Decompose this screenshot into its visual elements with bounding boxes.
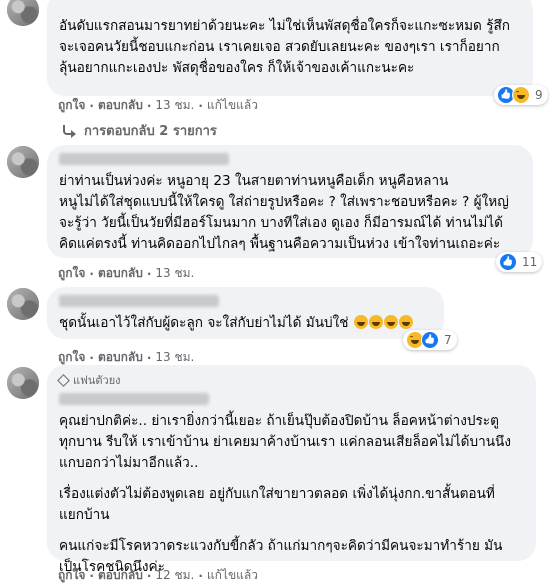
separator: · bbox=[89, 98, 94, 113]
laughing-emoji bbox=[368, 315, 383, 329]
diamond-icon bbox=[57, 373, 70, 387]
like-button[interactable]: ถูกใจ bbox=[58, 96, 85, 115]
commenter-name[interactable] bbox=[59, 295, 219, 307]
reaction-count: 7 bbox=[444, 333, 452, 347]
like-reaction-icon bbox=[499, 253, 517, 271]
timestamp[interactable]: 13 ชม. bbox=[155, 264, 194, 283]
avatar[interactable] bbox=[7, 367, 39, 399]
reaction-summary[interactable]: 7 bbox=[403, 330, 457, 350]
comment-bubble: อันดับแรกสอนมารยาทย่าด้วยนะคะ ไม่ใช่เห็น… bbox=[47, 0, 533, 96]
reply-button[interactable]: ตอบกลับ bbox=[98, 566, 143, 585]
comment-text: อันดับแรกสอนมารยาทย่าด้วยนะคะ ไม่ใช่เห็น… bbox=[59, 18, 511, 76]
reaction-count: 11 bbox=[522, 255, 538, 269]
comment-bubble: ชุดนั้นเอาไว้ใส่กับผู้ดะลูก จะใส่กับย่าไ… bbox=[47, 287, 444, 339]
view-replies-link[interactable]: การตอบกลับ 2 รายการ bbox=[62, 120, 217, 141]
avatar[interactable] bbox=[7, 288, 39, 320]
reply-button[interactable]: ตอบกลับ bbox=[98, 96, 143, 115]
separator: · bbox=[198, 568, 203, 583]
comment-text: ชุดนั้นเอาไว้ใส่กับผู้ดะลูก จะใส่กับย่าไ… bbox=[59, 313, 432, 334]
comment-text: ย่าท่านเป็นห่วงค่ะ หนูอายุ 23 ในสายตาท่า… bbox=[59, 173, 509, 252]
separator: · bbox=[146, 350, 152, 365]
reply-arrow-icon bbox=[62, 124, 76, 138]
reaction-summary[interactable]: 11 bbox=[496, 252, 543, 272]
separator: · bbox=[89, 350, 94, 365]
avatar[interactable] bbox=[7, 146, 39, 178]
comment-bubble: ย่าท่านเป็นห่วงค่ะ หนูอายุ 23 ในสายตาท่า… bbox=[47, 145, 533, 258]
separator: · bbox=[146, 98, 152, 113]
commenter-name[interactable] bbox=[59, 393, 209, 405]
comment-paragraph: เรื่องแต่งตัวไม่ต้องพูดเลย อยู่กับแกใส่ข… bbox=[59, 486, 495, 523]
like-reaction-icon bbox=[421, 331, 439, 349]
haha-reaction-icon bbox=[512, 86, 530, 104]
edited-label: แก้ไขแล้ว bbox=[206, 568, 258, 582]
commenter-name[interactable] bbox=[59, 153, 229, 165]
laughing-emoji bbox=[353, 315, 368, 329]
reaction-count: 9 bbox=[535, 88, 543, 102]
laughing-emoji bbox=[398, 315, 413, 329]
separator: · bbox=[146, 568, 152, 583]
separator: · bbox=[89, 266, 94, 281]
comment-actions: ถูกใจ · ตอบกลับ · 13 ชม. bbox=[58, 264, 194, 283]
separator: · bbox=[146, 266, 152, 281]
separator: · bbox=[198, 98, 203, 113]
like-button[interactable]: ถูกใจ bbox=[58, 264, 85, 283]
laughing-emoji bbox=[383, 315, 398, 329]
edited-label: แก้ไขแล้ว bbox=[206, 98, 258, 112]
like-button[interactable]: ถูกใจ bbox=[58, 566, 85, 585]
fan-badge: แฟนตัวยง bbox=[57, 371, 524, 389]
reaction-summary[interactable]: 9 bbox=[494, 85, 548, 105]
reply-button[interactable]: ตอบกลับ bbox=[98, 264, 143, 283]
timestamp[interactable]: 12 ชม. bbox=[155, 566, 194, 585]
view-replies-label: การตอบกลับ 2 รายการ bbox=[84, 124, 217, 139]
fan-badge-label: แฟนตัวยง bbox=[73, 374, 121, 387]
comment-actions: ถูกใจ · ตอบกลับ · 12 ชม. · แก้ไขแล้ว bbox=[58, 566, 258, 585]
comment-paragraph: คุณย่าปกติค่ะ.. ย่าเรายิ่งกว่านี้เยอะ ถ้… bbox=[59, 413, 511, 471]
comment-bubble: แฟนตัวยง คุณย่าปกติค่ะ.. ย่าเรายิ่งกว่าน… bbox=[47, 365, 536, 575]
comment-text-content: ชุดนั้นเอาไว้ใส่กับผู้ดะลูก จะใส่กับย่าไ… bbox=[59, 315, 349, 331]
comment-actions: ถูกใจ · ตอบกลับ · 13 ชม. · แก้ไขแล้ว bbox=[58, 96, 258, 115]
timestamp[interactable]: 13 ชม. bbox=[155, 96, 194, 115]
separator: · bbox=[89, 568, 94, 583]
avatar[interactable] bbox=[7, 0, 39, 26]
